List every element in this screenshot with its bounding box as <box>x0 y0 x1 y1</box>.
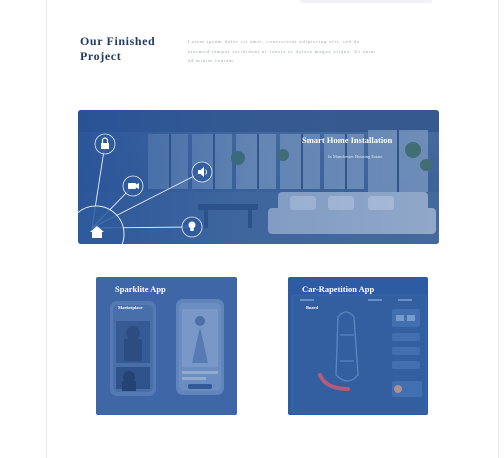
card-title: Car-Rapetition App <box>302 284 375 294</box>
card-tag: Marketplace <box>118 305 143 310</box>
card-tag: Board <box>306 305 319 310</box>
speaker-icon <box>191 161 213 183</box>
smart-home-image <box>78 110 439 244</box>
section-title-line-2: Project <box>80 49 122 63</box>
right-divider <box>498 0 499 458</box>
section-title-line-1: Our Finished <box>80 34 156 48</box>
car-repetition-app-image <box>288 277 428 415</box>
lock-icon <box>94 133 116 155</box>
sparklite-app-image <box>96 277 237 415</box>
section-description: Lorem ipsum dolor sit amet, consectetur … <box>188 39 376 63</box>
hero-title: Smart Home Installation <box>302 135 393 145</box>
car-repetition-app-card[interactable]: Car-Rapetition App Board <box>288 277 428 415</box>
camera-icon <box>122 175 144 197</box>
sparklite-app-card[interactable]: Sparklite App Marketplace <box>96 277 237 415</box>
card-title: Sparklite App <box>115 284 166 294</box>
section-title: Our Finished Project <box>80 34 180 64</box>
smart-home-project-card[interactable]: Smart Home Installation In Manchester Ho… <box>78 110 439 244</box>
top-bar <box>300 0 432 3</box>
bulb-icon <box>181 216 203 238</box>
left-divider <box>46 0 47 458</box>
hero-subtitle: In Manchester Housing Estate <box>328 154 383 159</box>
